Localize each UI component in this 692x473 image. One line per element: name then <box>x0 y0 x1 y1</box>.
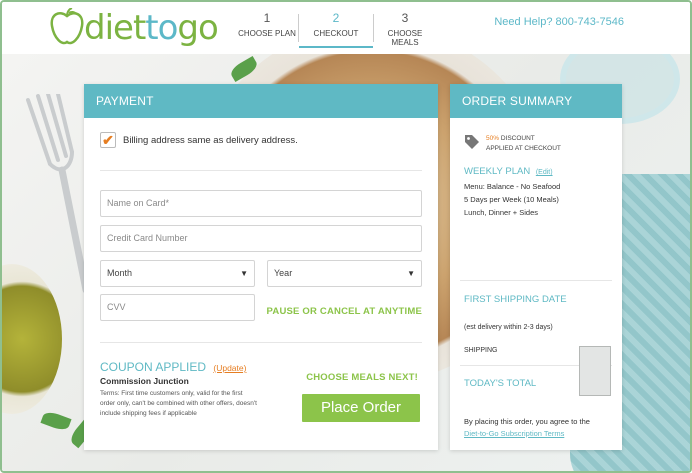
est-delivery-note: (est delivery within 2-3 days) <box>464 324 553 331</box>
agree-terms-note: By placing this order, you agree to the … <box>464 416 614 440</box>
divider <box>460 280 612 281</box>
coupon-terms: Terms: First time customers only, valid … <box>100 390 257 417</box>
logo[interactable]: diettogo <box>50 6 219 50</box>
checkout-steps: 1 CHOOSE PLAN 2 CHECKOUT 3 CHOOSE MEALS <box>236 10 436 48</box>
weekly-plan-heading: WEEKLY PLAN (Edit) <box>464 166 553 177</box>
discount-note: 50% DISCOUNT APPLIED AT CHECKOUT <box>486 134 561 154</box>
caret-down-icon: ▼ <box>407 269 415 278</box>
place-order-button[interactable]: Place Order <box>302 394 420 422</box>
billing-same-label: Billing address same as delivery address… <box>123 134 298 146</box>
step-number: 1 <box>263 11 271 25</box>
caret-down-icon: ▼ <box>240 269 248 278</box>
discount-percent: 50% <box>486 135 500 142</box>
step-choose-plan[interactable]: 1 CHOOSE PLAN <box>236 10 298 48</box>
first-shipping-heading: FIRST SHIPPING DATE <box>464 294 567 305</box>
step-number: 3 <box>401 11 409 25</box>
logo-part-to: to <box>145 8 178 48</box>
herb-leaf-image <box>40 409 72 433</box>
price-tag-icon <box>465 135 479 149</box>
step-number: 2 <box>332 11 340 25</box>
placeholder-box <box>579 346 611 396</box>
name-on-card-input[interactable]: Name on Card* <box>100 190 422 217</box>
subscription-terms-link[interactable]: Diet-to-Go Subscription Terms <box>464 428 614 440</box>
weekly-plan-edit-link[interactable]: (Edit) <box>536 169 553 176</box>
billing-same-row[interactable]: ✔ Billing address same as delivery addre… <box>100 132 298 148</box>
order-summary-title: ORDER SUMMARY <box>450 84 622 118</box>
menu-line: Menu: Balance - No Seafood <box>464 182 561 191</box>
step-label: CHOOSE MEALS <box>387 29 423 47</box>
menu-line: Lunch, Dinner + Sides <box>464 208 539 217</box>
logo-part-go: go <box>177 8 218 48</box>
divider <box>100 342 422 343</box>
coupon-applied-label: COUPON APPLIED <box>100 360 207 374</box>
todays-total-heading: TODAY'S TOTAL <box>464 378 537 389</box>
menu-line: 5 Days per Week (10 Meals) <box>464 195 559 204</box>
year-select[interactable]: Year ▼ <box>267 260 422 287</box>
weekly-plan-label: WEEKLY PLAN <box>464 166 531 177</box>
logo-part-diet: diet <box>84 8 146 48</box>
payment-title: PAYMENT <box>84 84 438 118</box>
discount-applied: APPLIED AT CHECKOUT <box>486 145 561 152</box>
step-choose-meals[interactable]: 3 CHOOSE MEALS <box>374 10 436 48</box>
pause-cancel-note: PAUSE OR CANCEL AT ANYTIME <box>266 306 422 317</box>
month-select[interactable]: Month ▼ <box>100 260 255 287</box>
discount-word: DISCOUNT <box>500 135 535 142</box>
month-select-value: Month <box>107 268 133 278</box>
fork-icon <box>26 94 90 294</box>
cvv-input[interactable]: CVV <box>100 294 255 321</box>
payment-panel: PAYMENT ✔ Billing address same as delive… <box>84 84 438 450</box>
logo-text: diettogo <box>84 6 219 50</box>
divider <box>100 170 422 171</box>
step-label: CHECKOUT <box>313 29 359 38</box>
billing-same-checkbox[interactable]: ✔ <box>100 132 116 148</box>
order-summary-panel: ORDER SUMMARY 50% DISCOUNT APPLIED AT CH… <box>450 84 622 450</box>
card-number-input[interactable]: Credit Card Number <box>100 225 422 252</box>
coupon-update-link[interactable]: (Update) <box>213 363 246 373</box>
coupon-name: Commission Junction <box>100 376 189 386</box>
agree-text: By placing this order, you agree to the <box>464 417 590 426</box>
year-select-value: Year <box>274 268 293 278</box>
checkmark-icon: ✔ <box>102 132 114 148</box>
coupon-applied-heading: COUPON APPLIED (Update) <box>100 360 246 374</box>
page-frame: diettogo 1 CHOOSE PLAN 2 CHECKOUT 3 CHOO… <box>0 0 692 473</box>
apple-icon <box>50 8 84 45</box>
step-checkout[interactable]: 2 CHECKOUT <box>299 10 373 48</box>
site-header: diettogo 1 CHOOSE PLAN 2 CHECKOUT 3 CHOO… <box>2 2 690 54</box>
step-label: CHOOSE PLAN <box>238 29 296 38</box>
help-phone-link[interactable]: Need Help? 800-743-7546 <box>494 16 624 28</box>
shipping-label: SHIPPING <box>464 347 498 354</box>
choose-meals-next-note: CHOOSE MEALS NEXT! <box>306 372 418 383</box>
